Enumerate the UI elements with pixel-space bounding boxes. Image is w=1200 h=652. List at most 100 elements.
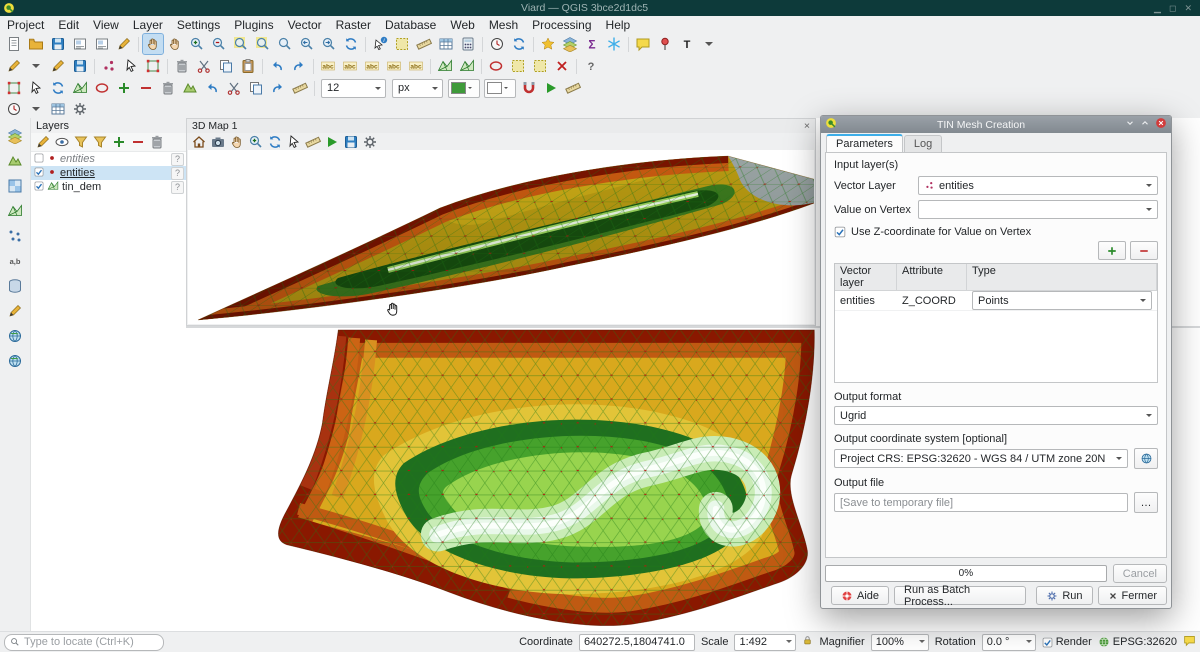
zoom-to-selection-icon[interactable] <box>253 34 273 54</box>
menu-vector[interactable]: Vector <box>281 16 329 33</box>
rotate-3d-icon[interactable] <box>266 133 283 150</box>
layer-item-entities[interactable]: entities? <box>31 152 187 166</box>
mesh-digitizing-icon[interactable] <box>435 56 455 76</box>
tracing-icon[interactable] <box>541 78 561 98</box>
locate-search-input[interactable]: Type to locate (Ctrl+K) <box>4 634 164 651</box>
zoom-in-icon[interactable] <box>187 34 207 54</box>
camera-home-icon[interactable] <box>190 133 207 150</box>
rotate-label-icon[interactable]: abc <box>384 56 404 76</box>
save-image-3d-icon[interactable] <box>342 133 359 150</box>
close-button[interactable]: ✕ <box>1184 3 1192 14</box>
camera-control-icon[interactable] <box>209 133 226 150</box>
rotate-point-symbols-icon[interactable] <box>268 78 288 98</box>
layout-manager-icon[interactable] <box>92 34 112 54</box>
3d-map-close-icon[interactable]: × <box>804 120 810 132</box>
open-project-icon[interactable] <box>26 34 46 54</box>
open-layer-styling-icon[interactable] <box>34 134 51 151</box>
buffer-color-button[interactable] <box>484 79 516 98</box>
log-messages-icon[interactable] <box>1183 634 1196 650</box>
current-edits-dropdown-icon[interactable] <box>26 56 46 76</box>
offset-curve-icon[interactable] <box>202 78 222 98</box>
copy-features-icon[interactable] <box>216 56 236 76</box>
temporal-controller-icon[interactable] <box>487 34 507 54</box>
crs-status[interactable]: EPSG:32620 <box>1098 636 1177 648</box>
menu-database[interactable]: Database <box>378 16 443 33</box>
layer-checkbox[interactable] <box>34 153 44 166</box>
menu-raster[interactable]: Raster <box>329 16 378 33</box>
cancel-button[interactable]: Cancel <box>1113 564 1167 583</box>
data-source-manager-icon[interactable] <box>5 126 25 146</box>
pan-to-selection-icon[interactable] <box>165 34 185 54</box>
data-source-manager-icon[interactable] <box>560 34 580 54</box>
zoom-full-icon[interactable] <box>231 34 251 54</box>
render-checkbox[interactable]: Render <box>1042 636 1092 648</box>
output-crs-combo[interactable]: Project CRS: EPSG:32620 - WGS 84 / UTM z… <box>834 449 1128 468</box>
select-crs-button[interactable] <box>1134 448 1158 469</box>
close-dialog-button[interactable]: Fermer <box>1098 586 1167 605</box>
zoom-to-layer-icon[interactable] <box>275 34 295 54</box>
menu-project[interactable]: Project <box>0 16 51 33</box>
snapping-icon[interactable] <box>519 78 539 98</box>
add-mesh-layer-icon[interactable] <box>5 201 25 221</box>
trim-extend-icon[interactable] <box>290 78 310 98</box>
identify-features-icon[interactable]: i <box>370 34 390 54</box>
cut-features-icon[interactable] <box>194 56 214 76</box>
add-wfs-layer-icon[interactable] <box>5 351 25 371</box>
measure-3d-icon[interactable] <box>304 133 321 150</box>
save-project-icon[interactable] <box>48 34 68 54</box>
menu-processing[interactable]: Processing <box>525 16 598 33</box>
move-feature-icon[interactable] <box>121 56 141 76</box>
delete-ring-icon[interactable] <box>136 78 156 98</box>
map-tips-icon[interactable] <box>633 34 653 54</box>
remove-row-button[interactable] <box>1130 241 1158 260</box>
paste-features-icon[interactable] <box>238 56 258 76</box>
identify-3d-icon[interactable] <box>285 133 302 150</box>
tab-parameters[interactable]: Parameters <box>826 134 903 152</box>
select-by-ellipse-icon[interactable] <box>486 56 506 76</box>
chevron-up-icon[interactable] <box>1140 118 1150 131</box>
layer-checkbox[interactable] <box>34 167 44 180</box>
dialog-titlebar[interactable]: TIN Mesh Creation <box>821 116 1171 133</box>
text-color-button[interactable] <box>448 79 480 98</box>
lock-scale-icon[interactable] <box>802 635 813 649</box>
browse-file-button[interactable]: … <box>1134 492 1158 513</box>
statistics-panel-icon[interactable]: Σ <box>582 34 602 54</box>
layer-checkbox[interactable] <box>34 181 44 194</box>
add-row-button[interactable] <box>1098 241 1126 260</box>
rotate-feature-icon[interactable] <box>48 78 68 98</box>
split-features-icon[interactable] <box>224 78 244 98</box>
3d-map-view[interactable] <box>188 150 814 324</box>
output-file-field[interactable]: [Save to temporary file] <box>834 493 1128 512</box>
add-part-icon[interactable] <box>114 78 134 98</box>
delete-part-icon[interactable] <box>158 78 178 98</box>
history-dropdown-icon[interactable] <box>26 99 46 119</box>
pan-map-icon[interactable] <box>143 34 163 54</box>
menu-help[interactable]: Help <box>599 16 638 33</box>
new-project-icon[interactable] <box>4 34 24 54</box>
options-icon[interactable] <box>70 99 90 119</box>
font-size-combo[interactable]: 12 <box>321 79 386 98</box>
filter-legend-icon[interactable] <box>72 134 89 151</box>
mesh-transform-icon[interactable] <box>457 56 477 76</box>
add-wms-layer-icon[interactable] <box>5 326 25 346</box>
invert-selection-icon[interactable] <box>530 56 550 76</box>
move-label-icon[interactable]: abc <box>362 56 382 76</box>
minimize-button[interactable]: ▁ <box>1154 3 1161 14</box>
text-annotation-icon[interactable]: T <box>677 34 697 54</box>
vertex-tool-icon[interactable] <box>143 56 163 76</box>
layer-labeling-icon[interactable]: abc <box>318 56 338 76</box>
results-viewer-icon[interactable] <box>48 99 68 119</box>
layer-indicator-icon[interactable]: ? <box>171 167 184 180</box>
use-z-checkbox-row[interactable]: Use Z-coordinate for Value on Vertex <box>834 226 1158 238</box>
filter-by-expression-icon[interactable] <box>91 134 108 151</box>
add-point-feature-icon[interactable] <box>99 56 119 76</box>
options-3d-icon[interactable] <box>361 133 378 150</box>
menu-plugins[interactable]: Plugins <box>227 16 280 33</box>
pan-3d-icon[interactable] <box>228 133 245 150</box>
dialog-close-icon[interactable] <box>1155 117 1167 132</box>
help-button[interactable]: Aide <box>831 586 889 605</box>
layer-item-entities[interactable]: entities? <box>31 166 187 180</box>
menu-view[interactable]: View <box>86 16 126 33</box>
advanced-digitizing-icon[interactable] <box>563 78 583 98</box>
current-edits-icon[interactable] <box>4 56 24 76</box>
